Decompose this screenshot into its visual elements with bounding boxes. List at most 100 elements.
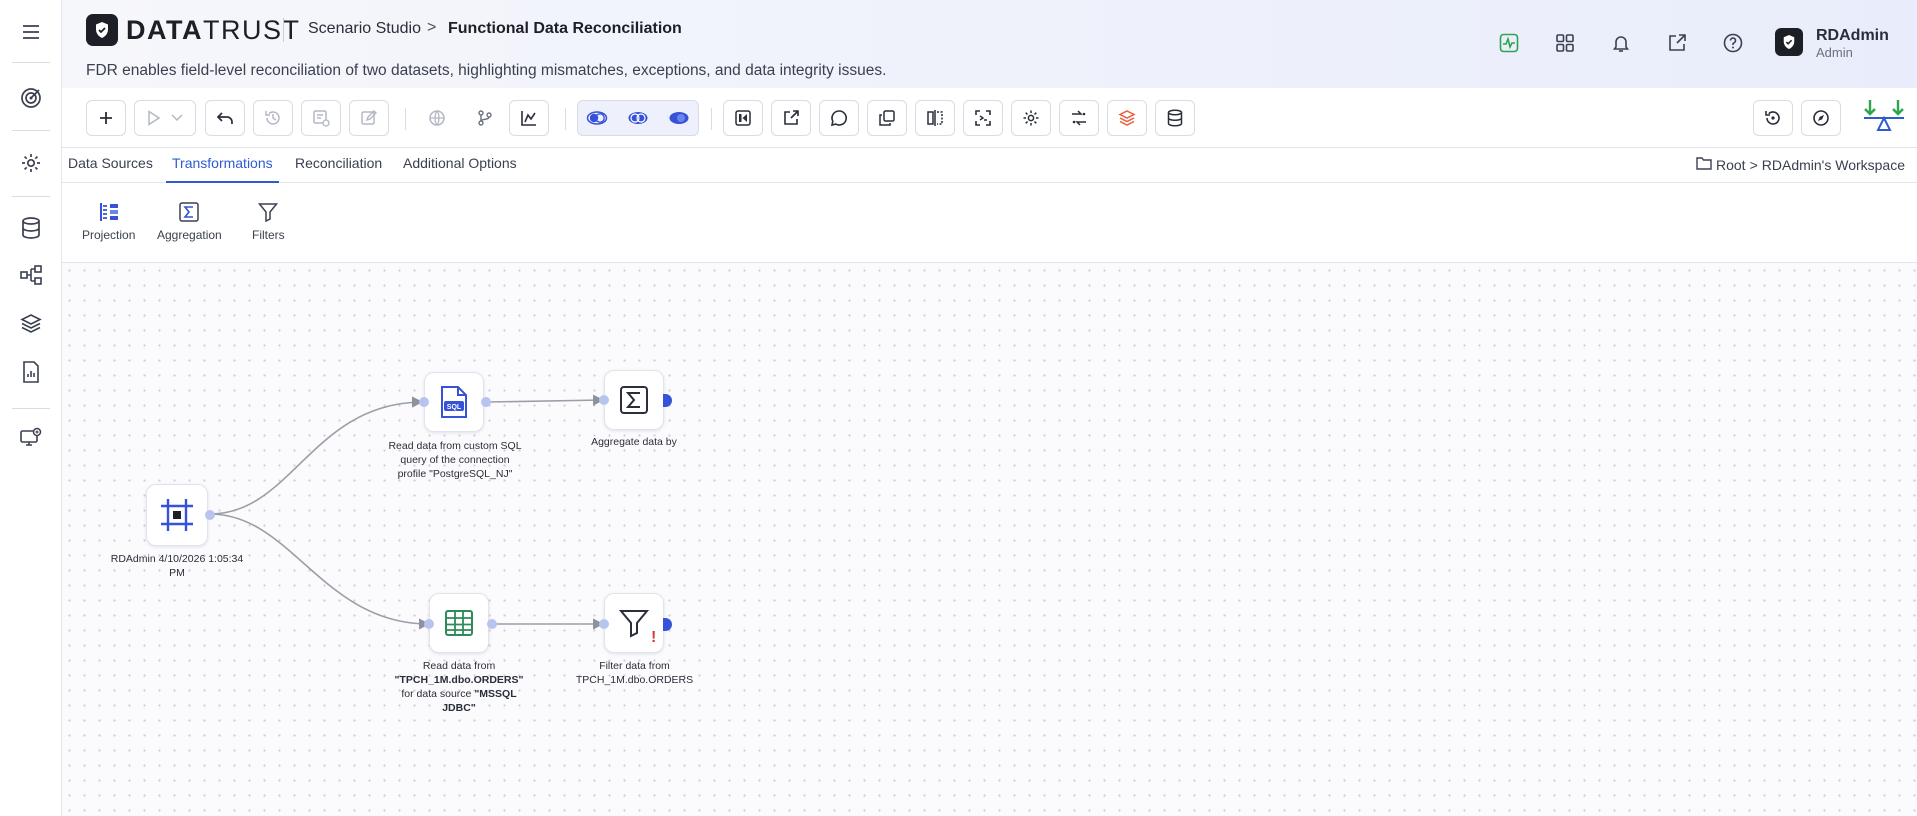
palette-projection[interactable]: Projection [82,199,135,242]
node-port[interactable] [424,619,434,629]
edit-button[interactable] [349,100,389,136]
transformation-palette: Projection Aggregation Filters [62,183,1917,263]
sigma-icon [176,199,202,225]
datastore-icon[interactable] [1155,100,1195,136]
history-button[interactable] [253,100,293,136]
palette-aggregation[interactable]: Aggregation [157,199,222,242]
workflow-canvas[interactable]: RDAdmin 4/10/2026 1:05:34 PM SQL Read da… [62,263,1917,816]
palette-label: Filters [252,228,285,242]
sidebar-divider [12,130,50,131]
toolbar-separator [565,108,566,130]
page-title: Functional Data Reconciliation [448,20,682,37]
branch-icon[interactable] [465,100,505,136]
monitor-icon[interactable] [15,421,47,453]
node-filter-label: Filter data from TPCH_1M.dbo.ORDERS [575,660,694,686]
app-header: DATATRUST Scenario Studio > Functional D… [62,0,1917,88]
toolbar [62,88,1917,148]
node-source-label: RDAdmin 4/10/2026 1:05:34 PM [110,553,244,579]
settings-icon[interactable] [15,147,47,179]
workspace-root[interactable]: Root [1716,157,1746,173]
first-step-icon[interactable] [723,100,763,136]
apps-grid-icon[interactable] [1552,30,1578,56]
sql-file-icon: SQL [441,386,467,418]
breadcrumb-separator: > [427,19,437,36]
svg-text:SQL: SQL [447,404,462,411]
tab-reconciliation[interactable]: Reconciliation [295,155,382,183]
sidebar-divider [12,196,50,197]
mapping-icon[interactable] [1059,100,1099,136]
external-link-icon[interactable] [1664,30,1690,56]
toolbar-separator [405,108,406,130]
filter-icon [619,610,649,638]
tab-data-sources[interactable]: Data Sources [68,155,153,183]
workspace-name[interactable]: RDAdmin's Workspace [1762,157,1905,173]
globe-icon[interactable] [417,100,457,136]
node-port[interactable] [599,395,609,405]
brand-logo-icon[interactable] [86,14,118,46]
database-icon[interactable] [15,212,47,244]
workspace-breadcrumb: Root > RDAdmin's Workspace [1696,156,1905,173]
tab-additional-options[interactable]: Additional Options [403,155,517,183]
node-port[interactable] [419,397,429,407]
breadcrumb-parent[interactable]: Scenario Studio [308,20,421,38]
balance-scale-icon[interactable] [1862,98,1906,138]
node-source[interactable] [146,484,208,546]
activity-icon[interactable] [1496,30,1522,56]
source-frame-icon [161,499,193,531]
inner-join-icon[interactable] [618,100,658,136]
filter-icon [255,199,281,225]
avatar[interactable] [1775,28,1803,56]
add-button[interactable] [86,100,126,136]
workspace-separator: > [1749,156,1758,173]
chart-icon[interactable] [509,100,549,136]
folder-icon [1696,156,1712,173]
comment-icon[interactable] [819,100,859,136]
user-name[interactable]: RDAdmin [1816,27,1889,45]
node-port[interactable] [487,619,497,629]
help-icon[interactable] [1720,30,1746,56]
restore-icon[interactable] [1753,100,1793,136]
left-sidebar [0,0,62,816]
sidebar-divider [12,62,50,63]
menu-icon[interactable] [15,16,47,48]
scan-icon[interactable] [963,100,1003,136]
sigma-icon [620,386,648,414]
compass-icon[interactable] [1801,100,1841,136]
tab-transformations[interactable]: Transformations [166,155,279,183]
node-table[interactable] [429,593,489,653]
warning-icon: ! [651,629,657,646]
palette-label: Projection [82,228,136,242]
node-aggregate-label: Aggregate data by [591,436,677,448]
node-port[interactable] [481,397,491,407]
copy-icon[interactable] [867,100,907,136]
layers-icon[interactable] [15,307,47,339]
export-icon[interactable] [771,100,811,136]
chevron-down-icon[interactable] [166,100,188,136]
table-icon [445,610,473,636]
compare-icon[interactable] [915,100,955,136]
edge-sql-to-aggregate [486,394,605,406]
full-join-icon[interactable] [577,100,617,136]
node-aggregate[interactable] [604,370,664,430]
node-port[interactable] [205,510,215,520]
undo-button[interactable] [205,100,245,136]
target-icon[interactable] [15,82,47,114]
node-sql-label: Read data from custom SQL query of the c… [388,440,522,480]
workflow-icon[interactable] [15,259,47,291]
stack-icon[interactable] [1107,100,1147,136]
outer-join-icon[interactable] [659,100,699,136]
gear-icon[interactable] [1011,100,1051,136]
schedule-button[interactable] [301,100,341,136]
brand-name: DATATRUST [126,15,301,45]
sidebar-divider [12,408,50,409]
projection-icon [96,199,122,225]
bell-icon[interactable] [1608,30,1634,56]
node-table-label: Read data from "TPCH_1M.dbo.ORDERS" for … [394,660,524,714]
palette-filters[interactable]: Filters [252,199,285,242]
main-tabs: Data Sources Transformations Reconciliat… [62,148,1917,183]
page-description: FDR enables field-level reconciliation o… [86,62,887,79]
report-icon[interactable] [15,356,47,388]
node-sql[interactable]: SQL [424,372,484,432]
header-divider [283,18,284,42]
node-port[interactable] [599,619,609,629]
